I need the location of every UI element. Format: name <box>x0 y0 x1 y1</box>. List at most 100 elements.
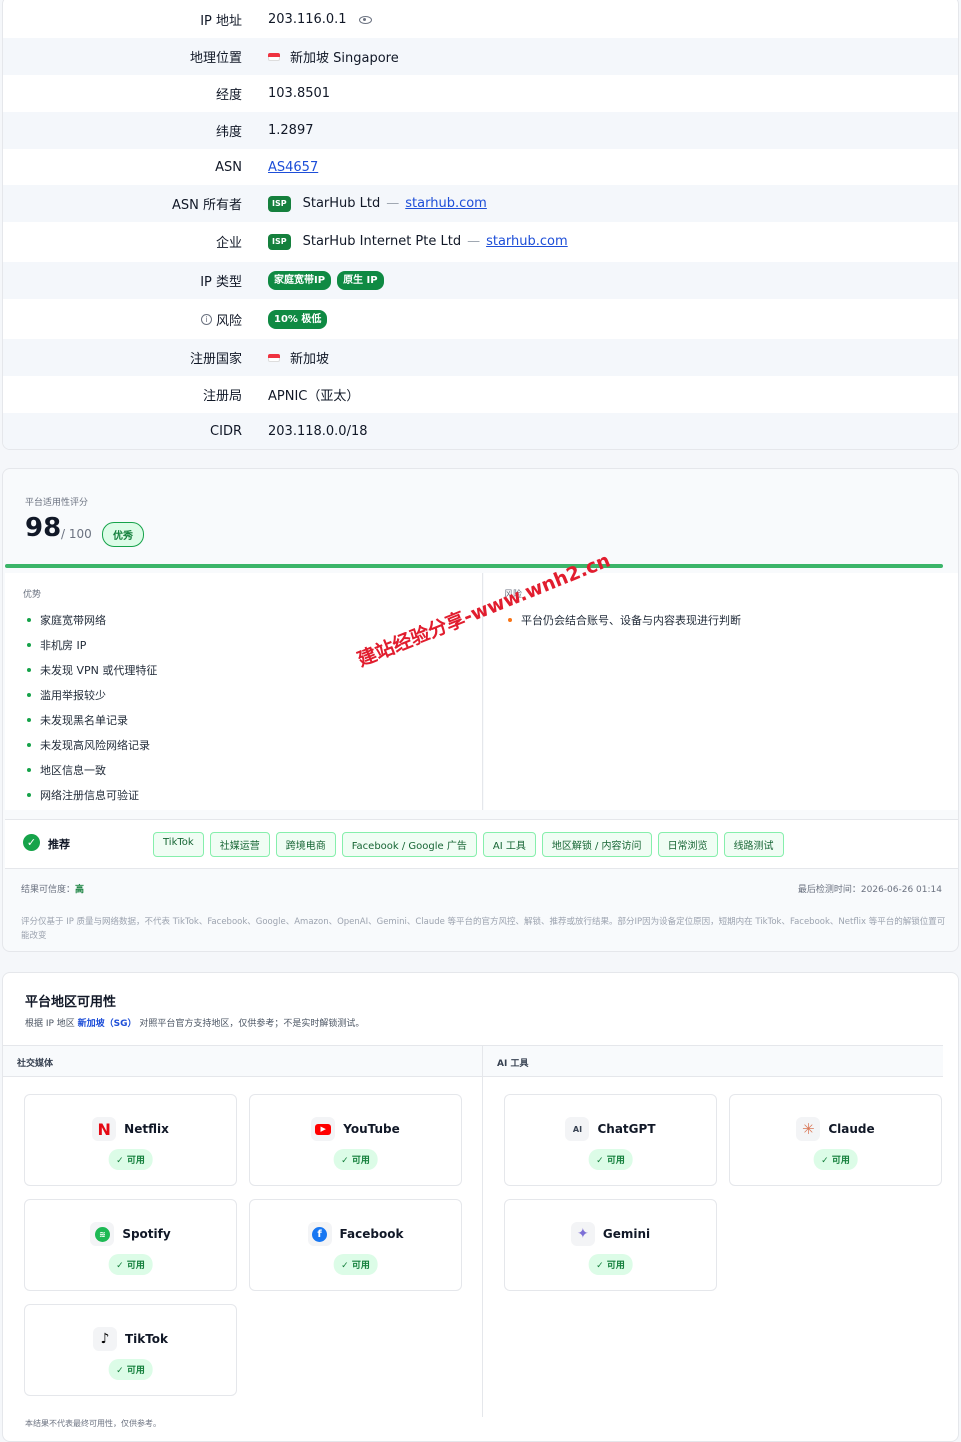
platform-name: Gemini <box>602 1227 651 1241</box>
platform-name: Claude <box>828 1122 875 1136</box>
availability-subtitle: 根据 IP 地区 新加坡（SG） 对照平台官方支持地区，仅供参考；不是实时解锁测… <box>25 1016 364 1029</box>
info-key: 企业 <box>215 236 242 251</box>
availability-footnote: 本结果不代表最终可用性，仅供参考。 <box>25 1419 161 1428</box>
risk-pill: 10% 极低 <box>268 310 328 329</box>
ip-type-pill: 家庭宽带IP <box>268 271 332 290</box>
info-row-ip: IP 地址 203.116.0.1 <box>3 1 958 38</box>
info-row-reg-country: 注册国家 新加坡 <box>3 339 958 376</box>
info-value: 203.118.0.0/18 <box>268 424 368 439</box>
info-key: 风险 <box>215 314 242 329</box>
tiktok-icon: ♪ <box>92 1327 117 1351</box>
status-badge: ✓ 可用 <box>108 1149 153 1170</box>
info-value: StarHub Ltd <box>302 196 381 211</box>
confidence-label: 结果可信度： <box>21 885 76 895</box>
score-progress-bar <box>5 564 943 568</box>
pros-item: 未发现黑名单记录 <box>27 707 157 732</box>
platform-card-youtube: ▶ YouTube ✓ 可用 <box>249 1094 462 1186</box>
platform-score-card: 平台适用性评分 98 / 100 优秀 优势 家庭宽带网络 非机房 IP 未发现 V… <box>2 468 959 952</box>
eye-icon[interactable] <box>358 15 372 24</box>
chatgpt-icon: AI <box>565 1117 590 1141</box>
info-value: APNIC（亚太） <box>268 389 360 404</box>
platform-name: YouTube <box>343 1122 400 1136</box>
recommend-tag[interactable]: 跨境电商 <box>275 832 336 857</box>
platform-card-facebook: f Facebook ✓ 可用 <box>249 1199 462 1291</box>
grade-badge: 优秀 <box>102 522 144 547</box>
info-value: 新加坡 <box>290 352 330 367</box>
pros-item: 地区信息一致 <box>27 757 157 782</box>
score-value: 98 <box>25 513 62 543</box>
separator: — <box>467 234 481 249</box>
platform-card-claude: ✳ Claude ✓ 可用 <box>729 1094 942 1186</box>
region-availability-card: 平台地区可用性 根据 IP 地区 新加坡（SG） 对照平台官方支持地区，仅供参考… <box>2 972 959 1442</box>
recommend-tag[interactable]: 线路测试 <box>723 832 784 857</box>
info-row-cidr: CIDR 203.118.0.0/18 <box>3 413 958 449</box>
column-divider <box>482 1045 483 1417</box>
recommend-tag[interactable]: Facebook / Google 广告 <box>341 832 477 857</box>
info-row-risk: i 风险 10% 极低 <box>3 301 958 338</box>
status-badge: ✓ 可用 <box>588 1254 633 1275</box>
pros-title: 优势 <box>23 590 42 600</box>
risks-panel: 风险 平台仍会结合账号、设备与内容表现进行判断 <box>484 573 958 810</box>
pros-item: 非机房 IP <box>27 632 157 657</box>
platform-card-spotify: ≋ Spotify ✓ 可用 <box>24 1199 237 1291</box>
info-key: 经度 <box>215 88 242 103</box>
info-row-location: 地理位置 新加坡 Singapore <box>3 38 958 75</box>
confidence: 结果可信度：高 <box>21 882 84 895</box>
pros-list: 家庭宽带网络 非机房 IP 未发现 VPN 或代理特征 滥用举报较少 未发现黑名单记录未… <box>27 607 157 807</box>
recommend-bar: ✓ 推荐 TikTok 社媒运营 跨境电商 Facebook / Google 广告 A… <box>5 819 958 869</box>
column-header-ai: AI 工具 <box>483 1045 943 1077</box>
info-row-registry: 注册局 APNIC（亚太） <box>3 376 958 413</box>
recommend-tag[interactable]: 地区解锁 / 内容访问 <box>541 832 652 857</box>
info-key: 地理位置 <box>189 51 242 66</box>
status-badge: ✓ 可用 <box>588 1149 633 1170</box>
platform-card-tiktok: ♪ TikTok ✓ 可用 <box>24 1304 237 1396</box>
info-key: 纬度 <box>215 125 242 140</box>
owner-domain-link[interactable]: starhub.com <box>405 196 487 211</box>
recommend-tag[interactable]: TikTok <box>153 832 204 857</box>
pros-item: 滥用举报较少 <box>27 682 157 707</box>
info-key: IP 地址 <box>200 14 242 29</box>
gemini-icon: ✦ <box>570 1222 595 1246</box>
confidence-value: 高 <box>75 885 85 895</box>
ip-info-card: IP 地址 203.116.0.1 地理位置 新加坡 Singapore 经度 … <box>2 0 959 450</box>
subtitle-pre: 根据 IP 地区 <box>25 1019 78 1029</box>
status-badge: ✓ 可用 <box>108 1254 153 1275</box>
score-out-of: / 100 <box>61 527 92 541</box>
risk-item: 平台仍会结合账号、设备与内容表现进行判断 <box>508 607 741 632</box>
info-row-asn-owner: ASN 所有者 ISP StarHub Ltd — starhub.com <box>3 185 958 222</box>
info-key: ASN 所有者 <box>171 198 242 213</box>
recommend-tag[interactable]: 社媒运营 <box>209 832 270 857</box>
isp-badge: ISP <box>268 195 291 212</box>
pros-item: 未发现高风险网络记录 <box>27 732 157 757</box>
platform-name: Spotify <box>122 1227 171 1241</box>
asn-link[interactable]: AS4657 <box>268 160 318 175</box>
company-domain-link[interactable]: starhub.com <box>486 234 568 249</box>
status-badge: ✓ 可用 <box>333 1149 378 1170</box>
info-key: ASN <box>215 160 242 175</box>
score-label: 平台适用性评分 <box>25 498 89 508</box>
recommend-title: 推荐 <box>48 838 70 851</box>
youtube-icon: ▶ <box>311 1117 336 1141</box>
recommend-tag[interactable]: AI 工具 <box>482 832 536 857</box>
info-row-asn: ASN AS4657 <box>3 149 958 186</box>
singapore-flag-icon <box>268 52 280 61</box>
column-header-social: 社交媒体 <box>3 1045 482 1077</box>
platform-card-gemini: ✦ Gemini ✓ 可用 <box>504 1199 717 1291</box>
info-value: StarHub Internet Pte Ltd <box>302 234 462 249</box>
recommend-tag[interactable]: 日常浏览 <box>657 832 718 857</box>
status-badge: ✓ 可用 <box>333 1254 378 1275</box>
check-circle-icon: ✓ <box>23 834 40 851</box>
info-value: 新加坡 Singapore <box>290 51 399 66</box>
info-icon[interactable]: i <box>200 314 212 325</box>
info-key: CIDR <box>210 424 242 439</box>
ip-type-pill: 原生 IP <box>337 271 384 290</box>
subtitle-post: 对照平台官方支持地区，仅供参考；不是实时解锁测试。 <box>136 1019 365 1029</box>
info-row-longitude: 经度 103.8501 <box>3 75 958 112</box>
claude-icon: ✳ <box>796 1117 821 1141</box>
info-key: IP 类型 <box>200 275 242 290</box>
isp-badge: ISP <box>268 233 291 250</box>
separator: — <box>386 196 400 211</box>
spotify-icon: ≋ <box>90 1222 115 1246</box>
status-badge: ✓ 可用 <box>108 1359 153 1380</box>
recommend-tags: TikTok 社媒运营 跨境电商 Facebook / Google 广告 AI 工具地… <box>153 832 784 857</box>
